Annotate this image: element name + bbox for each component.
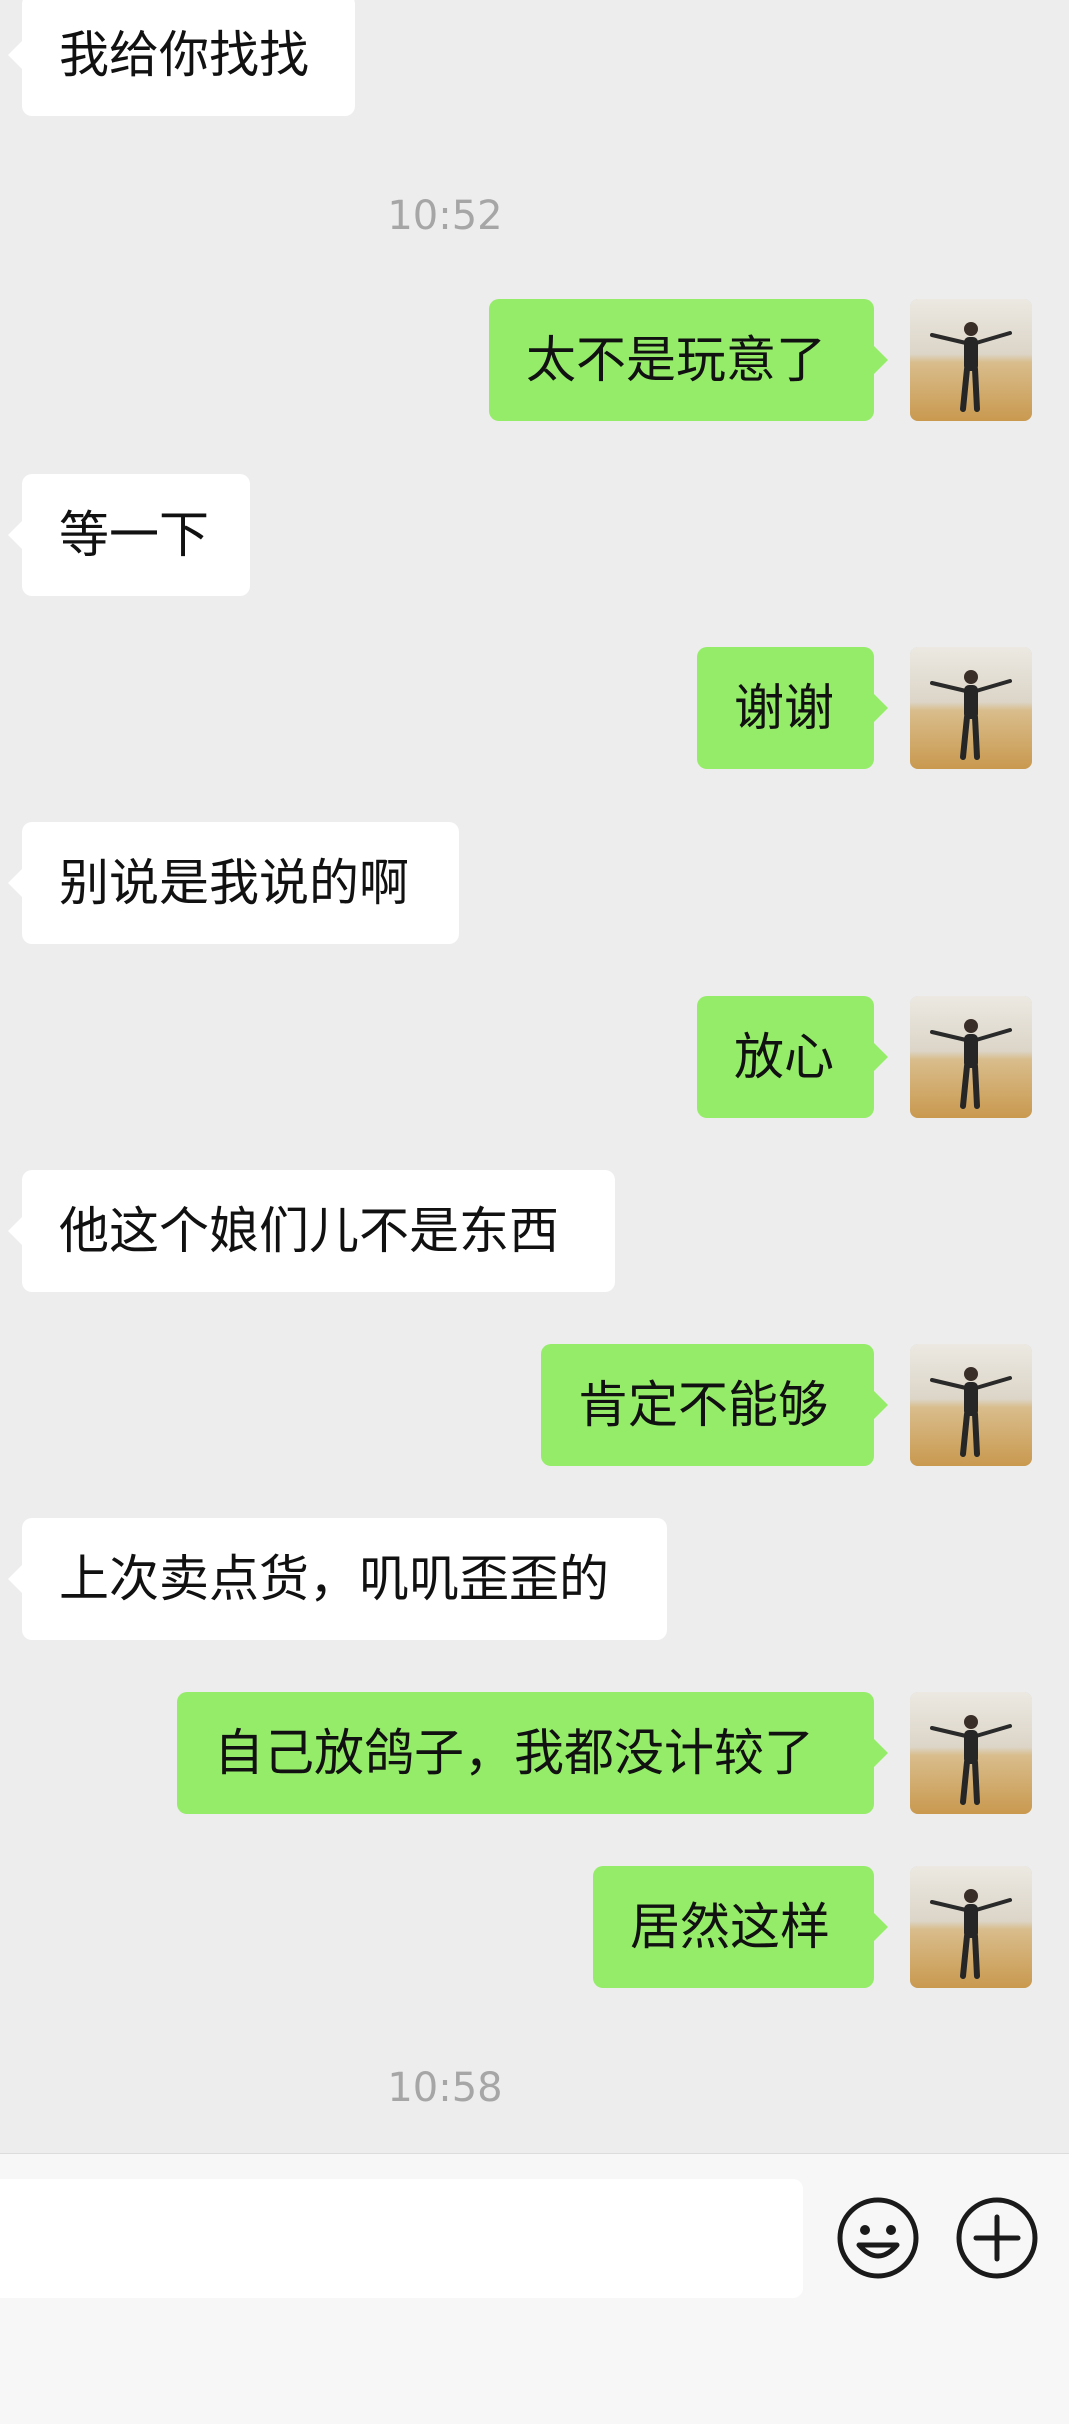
avatar[interactable]: [910, 647, 1032, 769]
chat-window: 我给你找找 10:52 太不是玩意了 等一下 谢谢 别说是我说的啊 放心 他这个…: [0, 0, 1069, 2424]
avatar-beach-photo-icon: [910, 1866, 1032, 1988]
outgoing-message-bubble[interactable]: 居然这样: [593, 1866, 888, 1988]
message-input[interactable]: [0, 2179, 803, 2298]
message-text: 他这个娘们儿不是东西: [59, 1202, 559, 1260]
message-text: 自己放鸽子，我都没计较了: [214, 1724, 814, 1782]
incoming-message-bubble[interactable]: 等一下: [8, 474, 250, 596]
message-text: 我给你找找: [59, 26, 309, 84]
avatar[interactable]: [910, 996, 1032, 1118]
outgoing-message-bubble[interactable]: 自己放鸽子，我都没计较了: [177, 1692, 888, 1814]
message-text: 等一下: [59, 506, 209, 564]
avatar-beach-photo-icon: [910, 299, 1032, 421]
smiley-face-icon: [837, 2197, 919, 2279]
outgoing-message-bubble[interactable]: 肯定不能够: [541, 1344, 888, 1466]
message-text: 肯定不能够: [578, 1376, 828, 1434]
message-text: 太不是玩意了: [526, 331, 826, 389]
incoming-message-bubble[interactable]: 我给你找找: [8, 0, 355, 116]
message-text: 居然这样: [630, 1898, 830, 1956]
timestamp: 10:52: [387, 193, 503, 239]
emoji-button[interactable]: [835, 2195, 921, 2281]
message-text: 谢谢: [734, 679, 834, 737]
avatar[interactable]: [910, 1692, 1032, 1814]
avatar-beach-photo-icon: [910, 647, 1032, 769]
avatar[interactable]: [910, 299, 1032, 421]
incoming-message-bubble[interactable]: 上次卖点货，叽叽歪歪的: [8, 1518, 667, 1640]
avatar-beach-photo-icon: [910, 996, 1032, 1118]
avatar[interactable]: [910, 1866, 1032, 1988]
timestamp: 10:58: [387, 2065, 503, 2111]
plus-circle-icon: [956, 2197, 1038, 2279]
input-bar: [0, 2153, 1069, 2424]
incoming-message-bubble[interactable]: 他这个娘们儿不是东西: [8, 1170, 615, 1292]
message-text: 上次卖点货，叽叽歪歪的: [59, 1550, 609, 1608]
outgoing-message-bubble[interactable]: 太不是玩意了: [489, 299, 888, 421]
outgoing-message-bubble[interactable]: 谢谢: [697, 647, 888, 769]
plus-button[interactable]: [954, 2195, 1040, 2281]
message-text: 别说是我说的啊: [59, 854, 409, 912]
avatar[interactable]: [910, 1344, 1032, 1466]
outgoing-message-bubble[interactable]: 放心: [697, 996, 888, 1118]
avatar-beach-photo-icon: [910, 1344, 1032, 1466]
incoming-message-bubble[interactable]: 别说是我说的啊: [8, 822, 459, 944]
message-text: 放心: [734, 1028, 834, 1086]
avatar-beach-photo-icon: [910, 1692, 1032, 1814]
